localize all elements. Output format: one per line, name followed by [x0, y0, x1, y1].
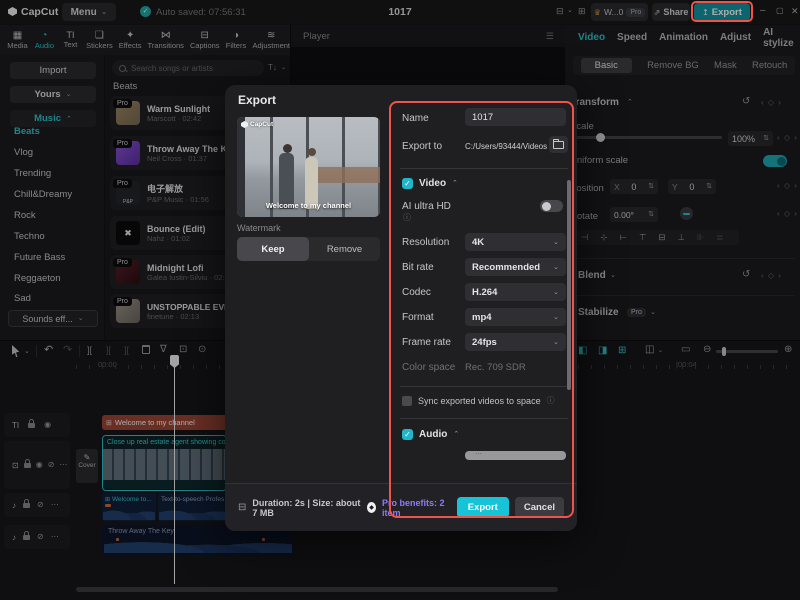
- watermark-segmented-control: Keep Remove: [237, 237, 380, 261]
- capcut-watermark-icon: [241, 121, 248, 128]
- watermark-label: Watermark: [237, 223, 281, 233]
- duration-icon: ⊟: [238, 501, 247, 513]
- keep-watermark-button[interactable]: Keep: [237, 237, 309, 261]
- person-head: [283, 144, 292, 153]
- remove-watermark-button[interactable]: Remove: [309, 244, 380, 255]
- capcut-window: CapCut Menu ⌄ ✓ Auto saved: 07:56:31 101…: [0, 0, 800, 600]
- pro-circle-icon: ◆: [367, 502, 377, 513]
- dialog-title: Export: [238, 93, 277, 107]
- export-preview: CapCut Welcome to my channel: [237, 117, 380, 217]
- duration-size-info: Duration: 2s | Size: about 7 MB: [252, 497, 361, 518]
- preview-caption: Welcome to my channel: [265, 201, 352, 210]
- person-head: [308, 148, 316, 156]
- watermark: CapCut: [241, 121, 273, 128]
- annotation-box-export-button: [691, 1, 753, 22]
- annotation-box-export-settings: [389, 101, 574, 518]
